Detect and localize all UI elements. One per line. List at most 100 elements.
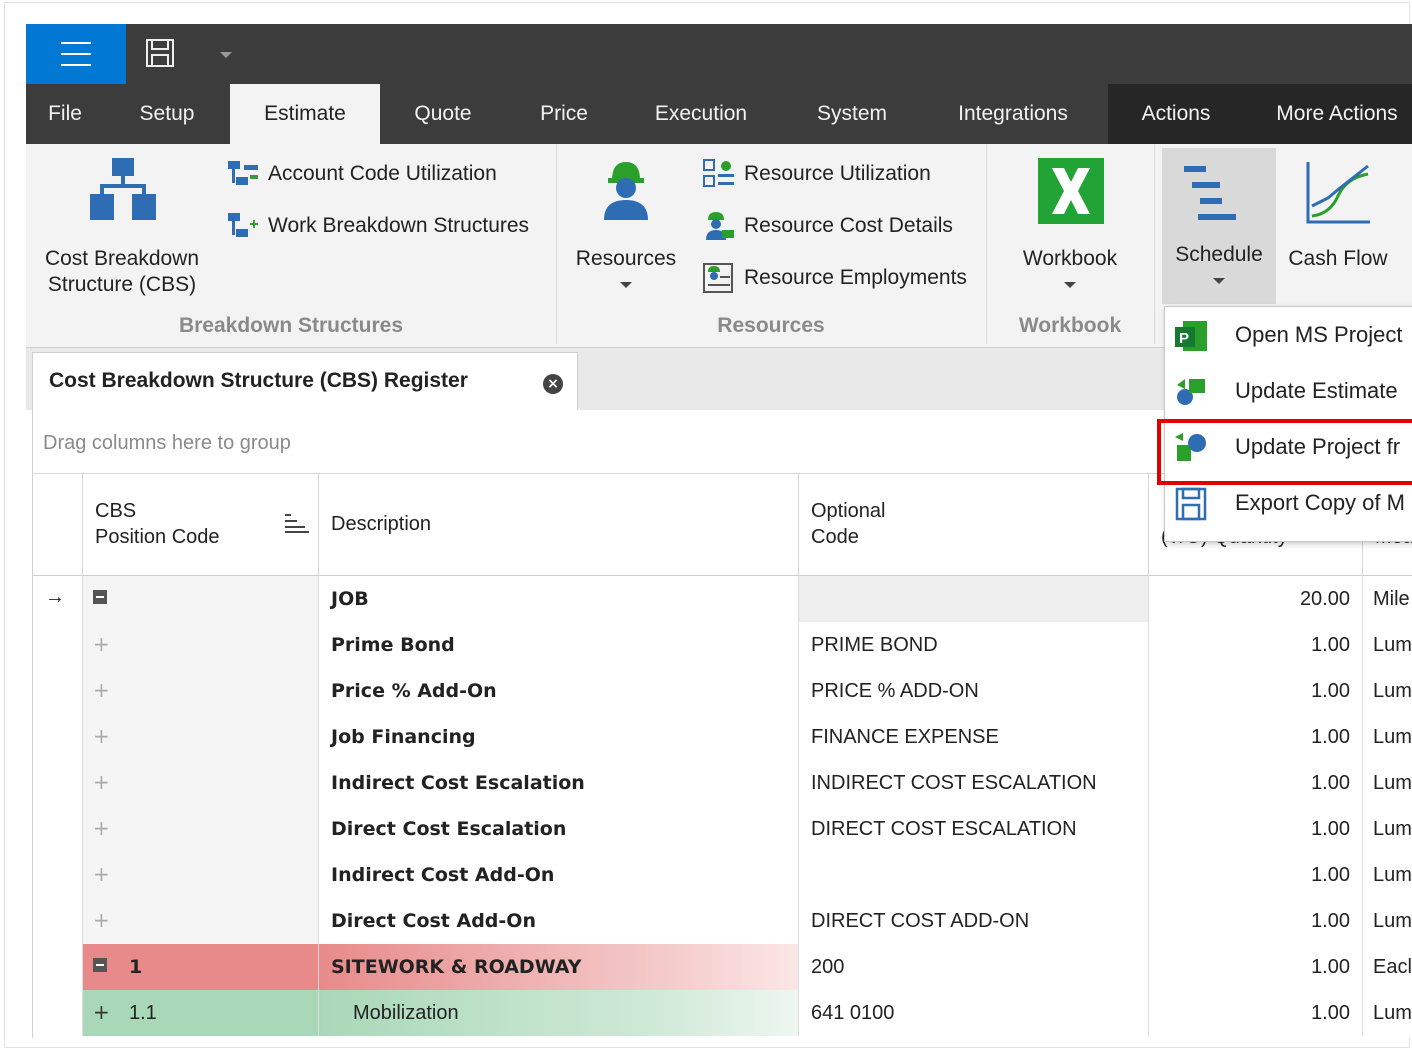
table-row[interactable]: + Direct Cost Add-On DIRECT COST ADD-ON 1.0… (33, 898, 1412, 944)
description-cell[interactable]: Indirect Cost Escalation (319, 760, 799, 806)
quantity-cell[interactable]: 1.00 (1149, 898, 1363, 944)
table-row[interactable]: 1 SITEWORK & ROADWAY 200 1.00 Eacl (33, 944, 1412, 990)
measure-cell[interactable]: Lum (1363, 668, 1412, 714)
cbs-code-cell[interactable]: + (83, 898, 319, 944)
measure-cell[interactable]: Lum (1363, 898, 1412, 944)
cbs-button[interactable]: Cost Breakdown Structure (CBS) (34, 148, 210, 308)
description-cell[interactable]: JOB (319, 576, 799, 622)
menu-item-open-ms-project[interactable]: P Open MS Project (1165, 307, 1412, 363)
cbs-code-cell[interactable]: + (83, 622, 319, 668)
tab-estimate[interactable]: Estimate (230, 84, 380, 144)
expand-icon[interactable]: + (93, 862, 110, 886)
cbs-code-cell[interactable]: + (83, 806, 319, 852)
measure-cell[interactable]: Lum (1363, 990, 1412, 1036)
collapse-icon[interactable] (93, 590, 107, 604)
optional-code-cell[interactable]: DIRECT COST ADD-ON (799, 898, 1149, 944)
measure-cell[interactable]: Lum (1363, 852, 1412, 898)
measure-cell[interactable]: Lum (1363, 760, 1412, 806)
quick-access-dropdown[interactable] (216, 46, 236, 62)
tab-more-actions[interactable]: More Actions (1264, 84, 1410, 144)
optional-code-cell[interactable]: PRIME BOND (799, 622, 1149, 668)
description-cell[interactable]: Indirect Cost Add-On (319, 852, 799, 898)
measure-cell[interactable]: Lum (1363, 806, 1412, 852)
expand-icon[interactable]: + (93, 678, 110, 702)
optional-code-cell[interactable]: FINANCE EXPENSE (799, 714, 1149, 760)
cbs-code-cell[interactable]: + (83, 760, 319, 806)
expand-icon[interactable]: + (93, 724, 110, 748)
resource-cost-details-button[interactable]: Resource Cost Details (702, 206, 953, 246)
optional-code-cell[interactable] (799, 852, 1149, 898)
description-cell[interactable]: Direct Cost Escalation (319, 806, 799, 852)
schedule-button[interactable]: Schedule (1162, 148, 1276, 304)
cbs-code-cell[interactable]: + (83, 668, 319, 714)
resources-button[interactable]: Resources (566, 148, 686, 308)
description-cell[interactable]: Direct Cost Add-On (319, 898, 799, 944)
quantity-cell[interactable]: 20.00 (1149, 576, 1363, 622)
table-row[interactable]: + Price % Add-On PRICE % ADD-ON 1.00 Lum (33, 668, 1412, 714)
table-row[interactable]: → JOB 20.00 Mile (33, 576, 1412, 622)
quantity-cell[interactable]: 1.00 (1149, 944, 1363, 990)
description-cell[interactable]: SITEWORK & ROADWAY (319, 944, 799, 990)
save-button[interactable] (138, 34, 182, 74)
tab-file[interactable]: File (26, 84, 104, 144)
hamburger-menu-button[interactable] (26, 24, 126, 84)
tab-setup[interactable]: Setup (122, 84, 212, 144)
description-cell[interactable]: Price % Add-On (319, 668, 799, 714)
expand-icon[interactable]: + (93, 1000, 110, 1024)
optional-code-cell[interactable]: 200 (799, 944, 1149, 990)
quantity-cell[interactable]: 1.00 (1149, 806, 1363, 852)
column-header-description[interactable]: Description (319, 474, 799, 576)
tab-system[interactable]: System (806, 84, 898, 144)
quantity-cell[interactable]: 1.00 (1149, 852, 1363, 898)
measure-cell[interactable]: Eacl (1363, 944, 1412, 990)
quantity-cell[interactable]: 1.00 (1149, 622, 1363, 668)
quantity-cell[interactable]: 1.00 (1149, 990, 1363, 1036)
menu-item-update-estimate[interactable]: Update Estimate (1165, 363, 1412, 419)
tab-integrations[interactable]: Integrations (944, 84, 1082, 144)
description-cell[interactable]: Job Financing (319, 714, 799, 760)
cbs-code-cell[interactable]: +1.1 (83, 990, 319, 1036)
tab-quote[interactable]: Quote (398, 84, 488, 144)
column-header-optional-code[interactable]: Optional Code (799, 474, 1149, 576)
work-breakdown-structures-button[interactable]: Work Breakdown Structures (226, 206, 529, 246)
resource-utilization-button[interactable]: Resource Utilization (702, 154, 931, 194)
tab-execution[interactable]: Execution (644, 84, 758, 144)
measure-cell[interactable]: Lum (1363, 622, 1412, 668)
table-row[interactable]: + Indirect Cost Add-On 1.00 Lum (33, 852, 1412, 898)
cbs-code-cell[interactable] (83, 576, 319, 622)
cbs-code-cell[interactable]: + (83, 714, 319, 760)
resource-employments-button[interactable]: Resource Employments (702, 258, 967, 298)
table-row[interactable]: + Prime Bond PRIME BOND 1.00 Lum (33, 622, 1412, 668)
tab-actions[interactable]: Actions (1128, 84, 1224, 144)
table-row[interactable]: + Job Financing FINANCE EXPENSE 1.00 Lum (33, 714, 1412, 760)
cash-flow-button[interactable]: Cash Flow (1278, 148, 1398, 308)
workbook-button[interactable]: Workbook (1002, 148, 1138, 308)
optional-code-cell[interactable] (799, 576, 1149, 622)
optional-code-cell[interactable]: PRICE % ADD-ON (799, 668, 1149, 714)
expand-icon[interactable]: + (93, 816, 110, 840)
table-row[interactable]: +1.1 Mobilization 641 0100 1.00 Lum (33, 990, 1412, 1036)
table-row[interactable]: + Indirect Cost Escalation INDIRECT COST E… (33, 760, 1412, 806)
description-cell[interactable]: Mobilization (319, 990, 799, 1036)
optional-code-cell[interactable]: INDIRECT COST ESCALATION (799, 760, 1149, 806)
expand-icon[interactable]: + (93, 770, 110, 794)
account-code-utilization-button[interactable]: Account Code Utilization (226, 154, 497, 194)
collapse-icon[interactable] (93, 958, 107, 972)
close-icon[interactable]: × (543, 374, 563, 394)
document-tab-cbs-register[interactable]: Cost Breakdown Structure (CBS) Register … (32, 352, 578, 410)
expand-icon[interactable]: + (93, 908, 110, 932)
quantity-cell[interactable]: 1.00 (1149, 760, 1363, 806)
cbs-code-cell[interactable]: 1 (83, 944, 319, 990)
quantity-cell[interactable]: 1.00 (1149, 714, 1363, 760)
optional-code-cell[interactable]: 641 0100 (799, 990, 1149, 1036)
description-cell[interactable]: Prime Bond (319, 622, 799, 668)
table-row[interactable]: + Direct Cost Escalation DIRECT COST ESCAL… (33, 806, 1412, 852)
expand-icon[interactable]: + (93, 632, 110, 656)
column-header-cbs-code[interactable]: CBS Position Code (83, 474, 319, 576)
measure-cell[interactable]: Lum (1363, 714, 1412, 760)
cbs-code-cell[interactable]: + (83, 852, 319, 898)
measure-cell[interactable]: Mile (1363, 576, 1412, 622)
tab-price[interactable]: Price (526, 84, 602, 144)
quantity-cell[interactable]: 1.00 (1149, 668, 1363, 714)
optional-code-cell[interactable]: DIRECT COST ESCALATION (799, 806, 1149, 852)
